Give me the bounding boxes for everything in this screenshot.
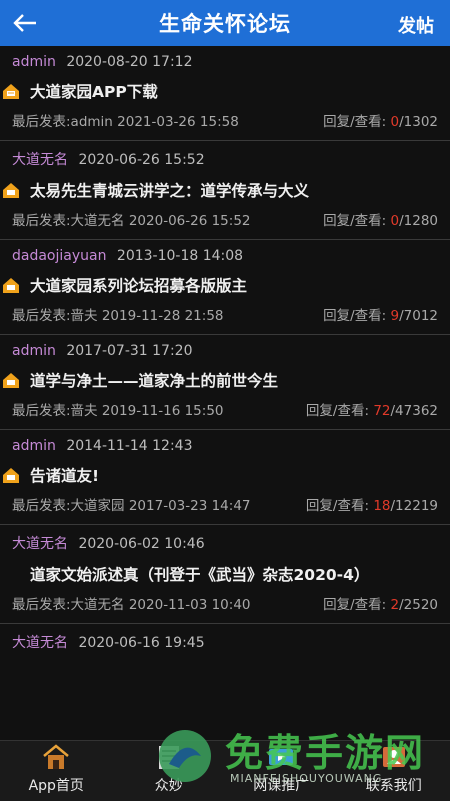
reply-count: 9 bbox=[391, 308, 400, 324]
list-item[interactable]: 大道无名 2020-06-26 15:52 太易先生青城云讲学之：道学传承与大义… bbox=[0, 141, 450, 240]
reply-view-stats: 回复/查看: 18/12219 bbox=[306, 496, 438, 516]
reply-view-stats: 回复/查看: 0/1280 bbox=[323, 211, 438, 231]
video-icon bbox=[266, 742, 296, 772]
post-date: 2017-07-31 17:20 bbox=[66, 343, 192, 359]
view-count: /1280 bbox=[399, 213, 438, 229]
list-item[interactable]: 大道无名 2020-06-16 19:45 bbox=[0, 624, 450, 660]
list-item[interactable]: dadaojiayuan 2013-10-18 14:08 大道家园系列论坛招募… bbox=[0, 240, 450, 335]
view-count: /1302 bbox=[399, 114, 438, 130]
view-count: /2520 bbox=[399, 597, 438, 613]
tab-label: 众妙 bbox=[155, 775, 183, 795]
post-date: 2013-10-18 14:08 bbox=[117, 248, 243, 264]
list-item[interactable]: admin 2017-07-31 17:20 道学与净土——道家净土的前世今生 … bbox=[0, 335, 450, 430]
view-count: /7012 bbox=[399, 308, 438, 324]
post-author[interactable]: admin bbox=[12, 343, 56, 359]
tab-label: App首页 bbox=[29, 775, 84, 795]
last-post-info: 最后发表:admin 2021-03-26 15:58 bbox=[12, 112, 239, 132]
bottom-tab-bar: App首页 众妙 网课推广 联系我们 bbox=[0, 740, 450, 801]
reply-view-stats: 回复/查看: 2/2520 bbox=[323, 595, 438, 615]
reply-view-stats: 回复/查看: 9/7012 bbox=[323, 306, 438, 326]
reply-view-stats: 回复/查看: 0/1302 bbox=[323, 112, 438, 132]
post-list: admin 2020-08-20 17:12 大道家园APP下载 最后发表:ad… bbox=[0, 46, 450, 740]
tab-online-course[interactable]: 网课推广 bbox=[225, 741, 338, 801]
post-date: 2014-11-14 12:43 bbox=[66, 438, 192, 454]
top-bar: 生命关怀论坛 发帖 bbox=[0, 0, 450, 46]
list-item[interactable]: admin 2014-11-14 12:43 告诸道友! 最后发表:大道家园 2… bbox=[0, 430, 450, 525]
post-author[interactable]: dadaojiayuan bbox=[12, 248, 106, 264]
reply-count: 0 bbox=[391, 213, 400, 229]
reply-count: 18 bbox=[373, 498, 390, 514]
list-item[interactable]: 大道无名 2020-06-02 10:46 道家文始派述真（刊登于《武当》杂志2… bbox=[0, 525, 450, 624]
tab-app-home[interactable]: App首页 bbox=[0, 741, 113, 801]
post-date: 2020-06-26 15:52 bbox=[78, 152, 204, 168]
last-post-info: 最后发表:大道无名 2020-06-26 15:52 bbox=[12, 211, 272, 231]
book-icon bbox=[154, 742, 184, 772]
post-date: 2020-06-16 19:45 bbox=[78, 635, 204, 651]
post-meta: admin 2020-08-20 17:12 bbox=[12, 54, 438, 70]
hot-topic-icon bbox=[2, 82, 20, 100]
hot-topic-icon bbox=[2, 371, 20, 389]
reply-count: 0 bbox=[391, 114, 400, 130]
post-author[interactable]: admin bbox=[12, 54, 56, 70]
last-post-info: 最后发表:啬夫 2019-11-16 15:50 bbox=[12, 401, 224, 421]
hot-topic-icon bbox=[2, 181, 20, 199]
tab-label: 网课推广 bbox=[253, 775, 309, 795]
home-icon bbox=[41, 742, 71, 772]
last-post-info: 最后发表:啬夫 2019-11-28 21:58 bbox=[12, 306, 224, 326]
post-title[interactable]: 道家文始派述真（刊登于《武当》杂志2020-4） bbox=[30, 563, 369, 585]
post-title[interactable]: 大道家园APP下载 bbox=[30, 80, 158, 102]
back-arrow-icon[interactable] bbox=[10, 8, 40, 38]
tab-label: 联系我们 bbox=[366, 775, 422, 795]
view-count: /47362 bbox=[391, 403, 439, 419]
post-author[interactable]: 大道无名 bbox=[12, 635, 68, 651]
hot-topic-icon bbox=[2, 466, 20, 484]
list-item[interactable]: admin 2020-08-20 17:12 大道家园APP下载 最后发表:ad… bbox=[0, 46, 450, 141]
page-title: 生命关怀论坛 bbox=[159, 8, 291, 38]
contact-icon bbox=[379, 742, 409, 772]
view-count: /12219 bbox=[391, 498, 439, 514]
last-post-info: 最后发表:大道无名 2020-11-03 10:40 bbox=[12, 595, 262, 615]
post-title[interactable]: 太易先生青城云讲学之：道学传承与大义 bbox=[30, 179, 309, 201]
post-author[interactable]: admin bbox=[12, 438, 56, 454]
post-button[interactable]: 发帖 bbox=[398, 12, 434, 38]
post-title[interactable]: 道学与净土——道家净土的前世今生 bbox=[30, 369, 278, 391]
post-date: 2020-08-20 17:12 bbox=[66, 54, 192, 70]
reply-count: 2 bbox=[391, 597, 400, 613]
tab-zhongmiao[interactable]: 众妙 bbox=[113, 741, 226, 801]
post-date: 2020-06-02 10:46 bbox=[78, 536, 204, 552]
tab-contact-us[interactable]: 联系我们 bbox=[338, 741, 450, 801]
post-title[interactable]: 告诸道友! bbox=[30, 464, 99, 486]
post-author[interactable]: 大道无名 bbox=[12, 536, 68, 552]
last-post-info: 最后发表:大道家园 2017-03-23 14:47 bbox=[12, 496, 262, 516]
post-author[interactable]: 大道无名 bbox=[12, 152, 68, 168]
hot-topic-icon bbox=[2, 276, 20, 294]
reply-view-stats: 回复/查看: 72/47362 bbox=[306, 401, 438, 421]
post-title[interactable]: 大道家园系列论坛招募各版版主 bbox=[30, 274, 247, 296]
reply-count: 72 bbox=[373, 403, 390, 419]
